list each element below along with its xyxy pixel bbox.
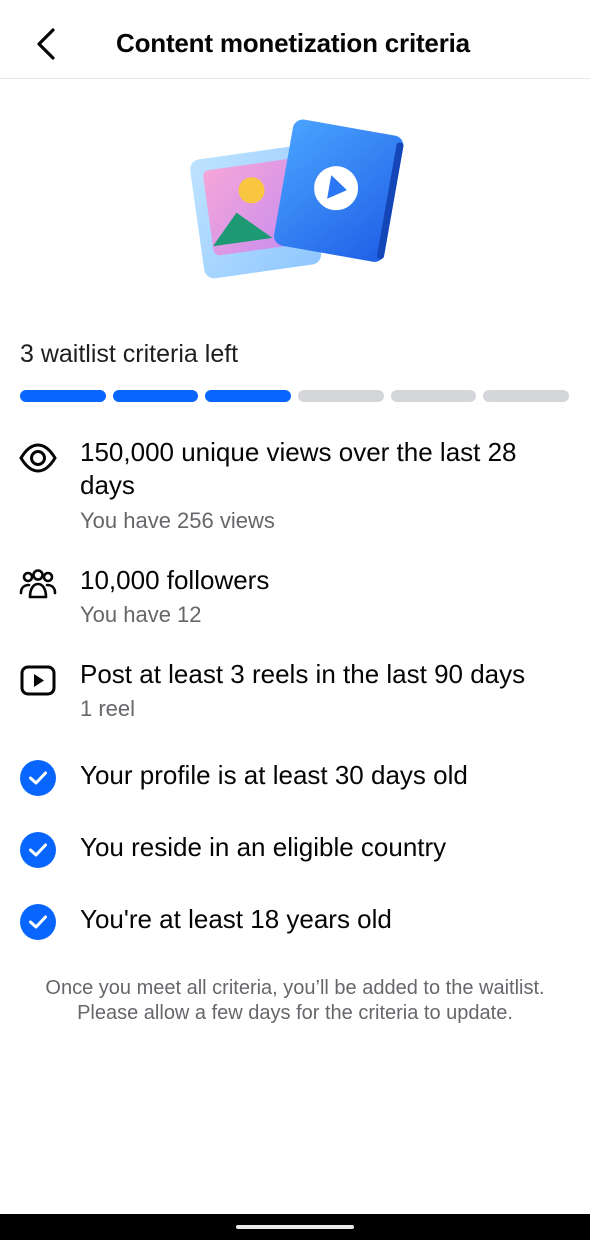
criterion-views: 150,000 unique views over the last 28 da…: [18, 436, 578, 536]
check-circle-icon: [20, 904, 56, 940]
criterion-title: You reside in an eligible country: [80, 832, 447, 862]
progress-segment: [298, 390, 384, 402]
criterion-eligible-country: You reside in an eligible country: [18, 831, 578, 871]
criterion-title: 10,000 followers: [80, 565, 270, 595]
eye-icon: [18, 438, 58, 478]
progress-segment: [390, 390, 477, 402]
page-title: Content monetization criteria: [116, 28, 470, 58]
waitlist-footnote: Once you meet all criteria, you’ll be ad…: [0, 976, 590, 1026]
progress-segment: [205, 390, 292, 402]
progress-segment: [20, 390, 106, 402]
progress-segment: [483, 390, 570, 402]
criterion-progress-text: You have 12: [80, 602, 202, 627]
criterion-title: Your profile is at least 30 days old: [80, 760, 468, 790]
criterion-progress-text: 1 reel: [80, 696, 136, 721]
criterion-followers: 10,000 followers You have 12: [18, 564, 578, 634]
criterion-title: Post at least 3 reels in the last 90 day…: [80, 659, 526, 689]
criterion-profile-age: Your profile is at least 30 days old: [18, 759, 578, 799]
reels-icon: [18, 660, 58, 700]
top-app-bar: Content monetization criteria: [0, 0, 590, 79]
footnote-line: Once you meet all criteria, you’ll be ad…: [45, 977, 545, 999]
monetization-illustration: [186, 112, 406, 292]
people-icon: [18, 566, 58, 606]
criterion-reels: Post at least 3 reels in the last 90 day…: [18, 658, 578, 728]
system-navigation-bar: [0, 1214, 590, 1240]
criteria-progress-bar: [20, 390, 570, 402]
check-circle-icon: [20, 832, 56, 868]
home-indicator[interactable]: [236, 1225, 354, 1229]
criterion-progress-text: You have 256 views: [80, 508, 275, 533]
criterion-minimum-age: You're at least 18 years old: [18, 903, 578, 943]
back-button[interactable]: [24, 22, 68, 66]
criteria-remaining-label: 3 waitlist criteria left: [20, 340, 239, 368]
criterion-title: 150,000 unique views over the last 28 da…: [80, 437, 517, 500]
progress-segment: [112, 390, 199, 402]
back-arrow-icon: [37, 28, 55, 60]
footnote-line: Please allow a few days for the criteria…: [77, 1002, 513, 1024]
check-circle-icon: [20, 760, 56, 796]
criterion-title: You're at least 18 years old: [80, 904, 392, 934]
